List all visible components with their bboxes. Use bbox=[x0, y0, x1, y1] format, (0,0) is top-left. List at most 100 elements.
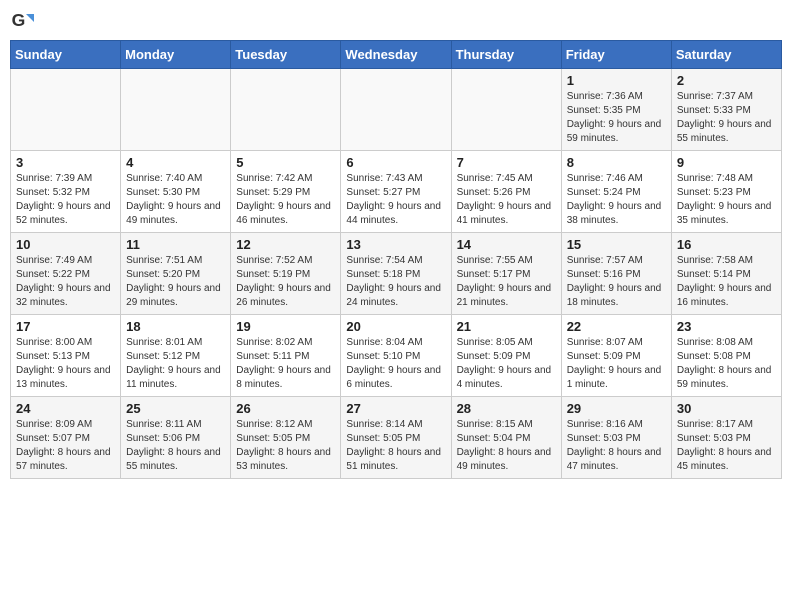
calendar-cell: 11Sunrise: 7:51 AM Sunset: 5:20 PM Dayli… bbox=[121, 233, 231, 315]
calendar-cell: 13 Sunrise: 7:54 AM Sunset: 5:18 PM Dayli… bbox=[341, 233, 451, 315]
calendar-cell: 12 Sunrise: 7:52 AM Sunset: 5:19 PM Dayli… bbox=[231, 233, 341, 315]
day-info: Sunrise: 7:36 AM Sunset: 5:35 PM Dayligh… bbox=[567, 90, 666, 146]
day-info: Sunrise: 8:15 AM Sunset: 5:04 PM Dayligh… bbox=[457, 418, 556, 474]
logo-icon: G bbox=[10, 10, 34, 34]
day-number: 4 bbox=[126, 155, 225, 170]
day-number: 26 bbox=[236, 401, 335, 416]
day-number: 9 bbox=[677, 155, 776, 170]
day-number: 18 bbox=[126, 319, 225, 334]
calendar-cell: 21Sunrise: 8:05 AM Sunset: 5:09 PM Dayli… bbox=[451, 315, 561, 397]
day-number: 13 bbox=[346, 237, 445, 252]
calendar-week-2: 3 Sunrise: 7:39 AM Sunset: 5:32 PM Daylig… bbox=[11, 151, 782, 233]
calendar-cell bbox=[121, 69, 231, 151]
calendar-cell: 18Sunrise: 8:01 AM Sunset: 5:12 PM Dayli… bbox=[121, 315, 231, 397]
day-number: 28 bbox=[457, 401, 556, 416]
calendar-cell: 27 Sunrise: 8:14 AM Sunset: 5:05 PM Dayli… bbox=[341, 397, 451, 479]
day-info: Sunrise: 8:09 AM Sunset: 5:07 PM Dayligh… bbox=[16, 418, 115, 474]
day-number: 30 bbox=[677, 401, 776, 416]
calendar-cell bbox=[451, 69, 561, 151]
calendar-cell: 10 Sunrise: 7:49 AM Sunset: 5:22 PM Dayli… bbox=[11, 233, 121, 315]
day-info: Sunrise: 7:45 AM Sunset: 5:26 PM Dayligh… bbox=[457, 172, 556, 228]
header-day-friday: Friday bbox=[561, 41, 671, 69]
day-number: 19 bbox=[236, 319, 335, 334]
day-info: Sunrise: 7:46 AM Sunset: 5:24 PM Dayligh… bbox=[567, 172, 666, 228]
day-info: Sunrise: 8:02 AM Sunset: 5:11 PM Dayligh… bbox=[236, 336, 335, 392]
calendar-cell: 16 Sunrise: 7:58 AM Sunset: 5:14 PM Dayli… bbox=[671, 233, 781, 315]
day-info: Sunrise: 8:17 AM Sunset: 5:03 PM Dayligh… bbox=[677, 418, 776, 474]
calendar-cell: 6 Sunrise: 7:43 AM Sunset: 5:27 PM Daylig… bbox=[341, 151, 451, 233]
calendar-cell: 25 Sunrise: 8:11 AM Sunset: 5:06 PM Dayli… bbox=[121, 397, 231, 479]
day-info: Sunrise: 8:04 AM Sunset: 5:10 PM Dayligh… bbox=[346, 336, 445, 392]
header-day-wednesday: Wednesday bbox=[341, 41, 451, 69]
calendar-cell: 23 Sunrise: 8:08 AM Sunset: 5:08 PM Dayli… bbox=[671, 315, 781, 397]
calendar-cell: 22 Sunrise: 8:07 AM Sunset: 5:09 PM Dayli… bbox=[561, 315, 671, 397]
calendar-cell bbox=[231, 69, 341, 151]
day-info: Sunrise: 8:16 AM Sunset: 5:03 PM Dayligh… bbox=[567, 418, 666, 474]
day-number: 15 bbox=[567, 237, 666, 252]
calendar-cell: 24Sunrise: 8:09 AM Sunset: 5:07 PM Dayli… bbox=[11, 397, 121, 479]
day-info: Sunrise: 7:58 AM Sunset: 5:14 PM Dayligh… bbox=[677, 254, 776, 310]
day-number: 6 bbox=[346, 155, 445, 170]
calendar-cell bbox=[11, 69, 121, 151]
calendar-cell: 4Sunrise: 7:40 AM Sunset: 5:30 PM Daylig… bbox=[121, 151, 231, 233]
logo: G bbox=[10, 10, 38, 34]
day-info: Sunrise: 7:48 AM Sunset: 5:23 PM Dayligh… bbox=[677, 172, 776, 228]
calendar-cell: 9 Sunrise: 7:48 AM Sunset: 5:23 PM Daylig… bbox=[671, 151, 781, 233]
day-number: 3 bbox=[16, 155, 115, 170]
day-info: Sunrise: 7:54 AM Sunset: 5:18 PM Dayligh… bbox=[346, 254, 445, 310]
day-info: Sunrise: 7:42 AM Sunset: 5:29 PM Dayligh… bbox=[236, 172, 335, 228]
day-info: Sunrise: 7:39 AM Sunset: 5:32 PM Dayligh… bbox=[16, 172, 115, 228]
day-number: 29 bbox=[567, 401, 666, 416]
day-number: 22 bbox=[567, 319, 666, 334]
day-number: 10 bbox=[16, 237, 115, 252]
header-day-sunday: Sunday bbox=[11, 41, 121, 69]
calendar-week-3: 10 Sunrise: 7:49 AM Sunset: 5:22 PM Dayli… bbox=[11, 233, 782, 315]
day-number: 14 bbox=[457, 237, 556, 252]
day-number: 25 bbox=[126, 401, 225, 416]
calendar-week-5: 24Sunrise: 8:09 AM Sunset: 5:07 PM Dayli… bbox=[11, 397, 782, 479]
header: G bbox=[10, 10, 782, 34]
day-number: 5 bbox=[236, 155, 335, 170]
calendar-cell: 17Sunrise: 8:00 AM Sunset: 5:13 PM Dayli… bbox=[11, 315, 121, 397]
day-info: Sunrise: 7:51 AM Sunset: 5:20 PM Dayligh… bbox=[126, 254, 225, 310]
day-info: Sunrise: 7:43 AM Sunset: 5:27 PM Dayligh… bbox=[346, 172, 445, 228]
calendar-cell: 14 Sunrise: 7:55 AM Sunset: 5:17 PM Dayli… bbox=[451, 233, 561, 315]
calendar-cell: 30 Sunrise: 8:17 AM Sunset: 5:03 PM Dayli… bbox=[671, 397, 781, 479]
day-info: Sunrise: 8:14 AM Sunset: 5:05 PM Dayligh… bbox=[346, 418, 445, 474]
calendar-cell: 5 Sunrise: 7:42 AM Sunset: 5:29 PM Daylig… bbox=[231, 151, 341, 233]
calendar-cell: 19 Sunrise: 8:02 AM Sunset: 5:11 PM Dayli… bbox=[231, 315, 341, 397]
day-info: Sunrise: 8:00 AM Sunset: 5:13 PM Dayligh… bbox=[16, 336, 115, 392]
header-day-saturday: Saturday bbox=[671, 41, 781, 69]
day-number: 20 bbox=[346, 319, 445, 334]
day-number: 2 bbox=[677, 73, 776, 88]
day-info: Sunrise: 7:52 AM Sunset: 5:19 PM Dayligh… bbox=[236, 254, 335, 310]
day-info: Sunrise: 8:07 AM Sunset: 5:09 PM Dayligh… bbox=[567, 336, 666, 392]
day-number: 12 bbox=[236, 237, 335, 252]
calendar-cell bbox=[341, 69, 451, 151]
header-day-tuesday: Tuesday bbox=[231, 41, 341, 69]
day-info: Sunrise: 8:08 AM Sunset: 5:08 PM Dayligh… bbox=[677, 336, 776, 392]
day-number: 7 bbox=[457, 155, 556, 170]
header-day-monday: Monday bbox=[121, 41, 231, 69]
day-info: Sunrise: 7:37 AM Sunset: 5:33 PM Dayligh… bbox=[677, 90, 776, 146]
day-number: 16 bbox=[677, 237, 776, 252]
calendar-cell: 8 Sunrise: 7:46 AM Sunset: 5:24 PM Daylig… bbox=[561, 151, 671, 233]
day-info: Sunrise: 7:57 AM Sunset: 5:16 PM Dayligh… bbox=[567, 254, 666, 310]
calendar-cell: 3 Sunrise: 7:39 AM Sunset: 5:32 PM Daylig… bbox=[11, 151, 121, 233]
day-info: Sunrise: 7:55 AM Sunset: 5:17 PM Dayligh… bbox=[457, 254, 556, 310]
calendar-cell: 20 Sunrise: 8:04 AM Sunset: 5:10 PM Dayli… bbox=[341, 315, 451, 397]
calendar-header-row: SundayMondayTuesdayWednesdayThursdayFrid… bbox=[11, 41, 782, 69]
day-info: Sunrise: 8:12 AM Sunset: 5:05 PM Dayligh… bbox=[236, 418, 335, 474]
day-number: 8 bbox=[567, 155, 666, 170]
calendar-cell: 7 Sunrise: 7:45 AM Sunset: 5:26 PM Daylig… bbox=[451, 151, 561, 233]
calendar-cell: 2 Sunrise: 7:37 AM Sunset: 5:33 PM Daylig… bbox=[671, 69, 781, 151]
header-day-thursday: Thursday bbox=[451, 41, 561, 69]
day-number: 23 bbox=[677, 319, 776, 334]
day-info: Sunrise: 7:49 AM Sunset: 5:22 PM Dayligh… bbox=[16, 254, 115, 310]
day-info: Sunrise: 8:11 AM Sunset: 5:06 PM Dayligh… bbox=[126, 418, 225, 474]
calendar-cell: 29 Sunrise: 8:16 AM Sunset: 5:03 PM Dayli… bbox=[561, 397, 671, 479]
day-number: 27 bbox=[346, 401, 445, 416]
calendar-week-4: 17Sunrise: 8:00 AM Sunset: 5:13 PM Dayli… bbox=[11, 315, 782, 397]
calendar: SundayMondayTuesdayWednesdayThursdayFrid… bbox=[10, 40, 782, 479]
calendar-week-1: 1Sunrise: 7:36 AM Sunset: 5:35 PM Daylig… bbox=[11, 69, 782, 151]
